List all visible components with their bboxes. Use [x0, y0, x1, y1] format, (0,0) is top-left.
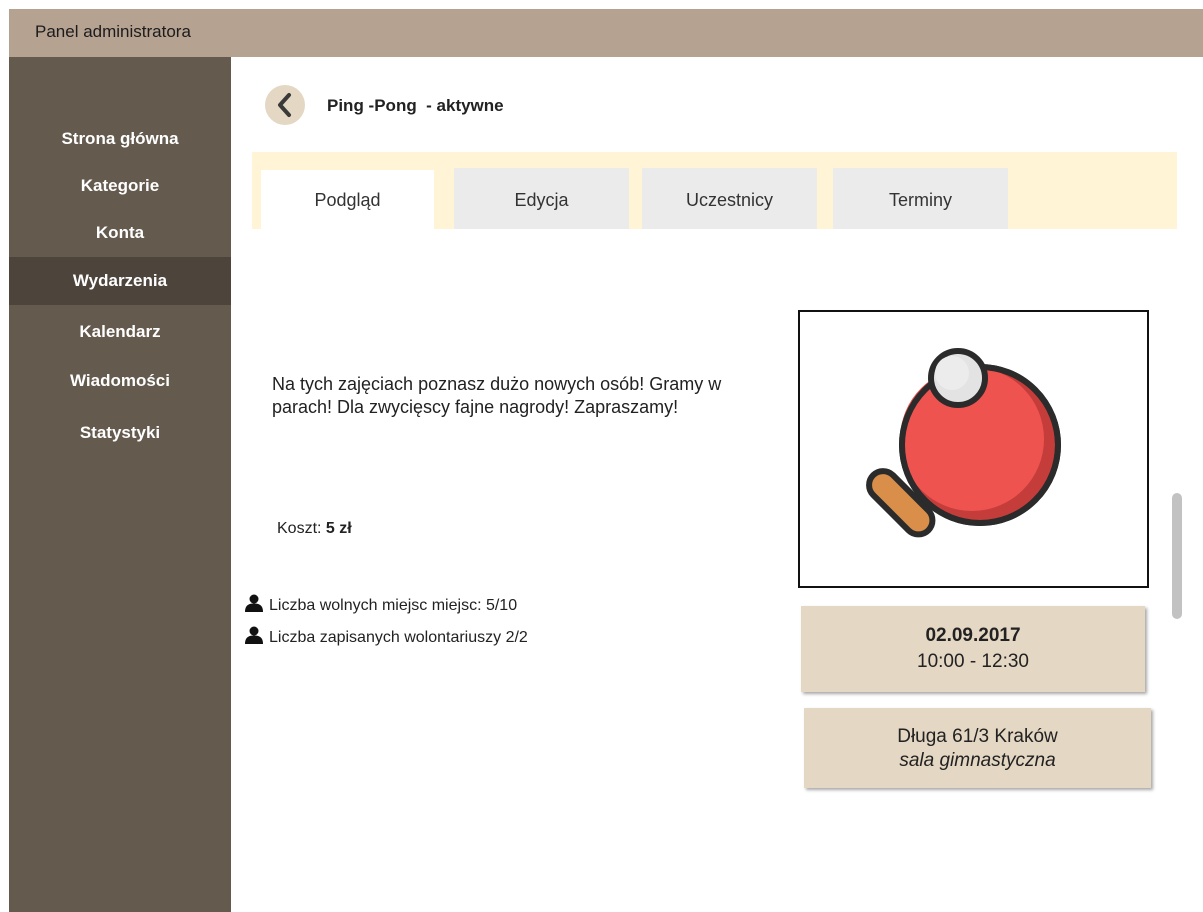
volunteers-text: Liczba zapisanych wolontariuszy 2/2 [269, 629, 528, 646]
tab-preview[interactable]: Podgląd [261, 170, 434, 229]
volunteers-stat: Liczba zapisanych wolontariuszy 2/2 [244, 626, 528, 647]
event-address: Długa 61/3 Kraków [897, 726, 1058, 747]
tab-edit[interactable]: Edycja [454, 168, 629, 229]
tab-dates[interactable]: Terminy [833, 168, 1008, 229]
cost-label: Koszt: [277, 520, 322, 537]
sidebar-item-messages[interactable]: Wiadomości [9, 371, 231, 391]
event-time: 10:00 - 12:30 [917, 651, 1029, 672]
page-title: Ping -Pong - aktywne [327, 96, 504, 115]
event-cost: Koszt: 5 zł [277, 520, 352, 538]
sidebar-item-events[interactable]: Wydarzenia [9, 257, 231, 305]
chevron-left-icon [278, 93, 291, 117]
sidebar-item-accounts[interactable]: Konta [9, 223, 231, 243]
event-date: 02.09.2017 [925, 625, 1021, 646]
event-image [798, 310, 1149, 588]
free-spots-text: Liczba wolnych miejsc miejsc: 5/10 [269, 597, 518, 614]
ping-pong-paddle-icon [866, 348, 1061, 538]
event-room: sala gimnastyczna [899, 750, 1056, 771]
free-spots-stat: Liczba wolnych miejsc miejsc: 5/10 [244, 594, 517, 615]
cost-value: 5 zł [325, 520, 352, 537]
date-box: 02.09.2017 10:00 - 12:30 [801, 606, 1145, 692]
location-box: Długa 61/3 Kraków sala gimnastyczna [804, 708, 1151, 788]
back-button[interactable] [265, 85, 305, 125]
user-icon [245, 626, 263, 644]
top-bar: Panel administratora [9, 9, 1203, 57]
sidebar: Strona główna Kategorie Konta Wydarzenia… [9, 57, 231, 912]
tab-participants[interactable]: Uczestnicy [642, 168, 817, 229]
user-icon [245, 594, 263, 612]
app-title: Panel administratora [35, 22, 191, 41]
sidebar-item-categories[interactable]: Kategorie [9, 176, 231, 196]
event-description: Na tych zajęciach poznasz dużo nowych os… [272, 374, 722, 417]
sidebar-item-calendar[interactable]: Kalendarz [9, 322, 231, 342]
tab-bar: Podgląd Edycja Uczestnicy Terminy [252, 152, 1177, 229]
sidebar-item-statistics[interactable]: Statystyki [9, 423, 231, 443]
scrollbar[interactable] [1172, 493, 1182, 619]
sidebar-item-home[interactable]: Strona główna [9, 129, 231, 149]
